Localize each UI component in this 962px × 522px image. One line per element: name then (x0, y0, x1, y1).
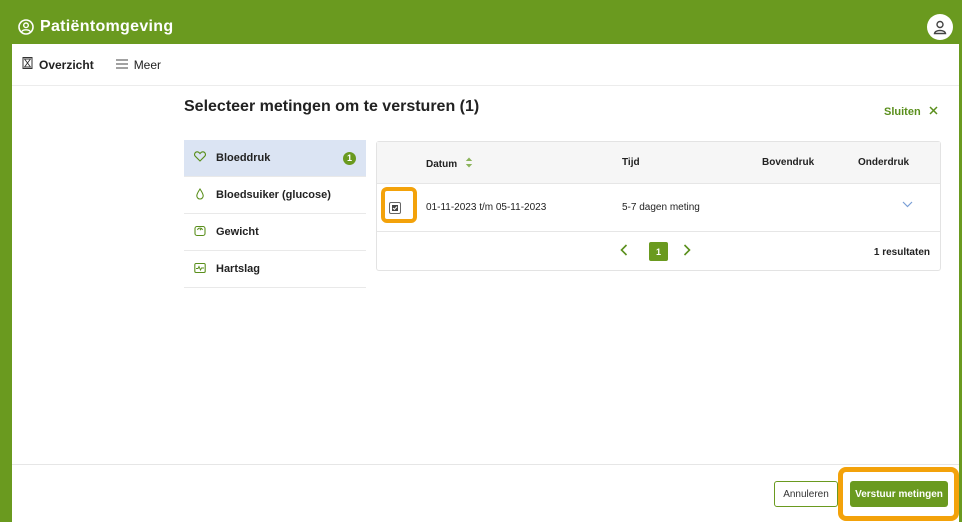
table-header: Datum Tijd Bovendruk Onderdruk (377, 142, 940, 184)
column-label: Datum (426, 158, 458, 170)
close-icon (929, 106, 938, 118)
nav-overview-label: Overzicht (39, 57, 94, 72)
nav-overview[interactable]: Overzicht (22, 57, 94, 72)
heart-icon (194, 151, 206, 165)
category-label: Gewicht (216, 226, 259, 238)
count-badge: 1 (343, 151, 356, 165)
check-icon (392, 205, 398, 211)
heartrate-icon (194, 262, 206, 277)
category-label: Hartslag (216, 263, 261, 275)
drop-icon (194, 187, 206, 203)
submit-button[interactable]: Verstuur metingen (850, 481, 948, 507)
account-button[interactable] (927, 14, 953, 40)
person-icon (933, 20, 947, 35)
next-page-icon[interactable] (683, 243, 691, 259)
expand-chevron-icon[interactable] (902, 200, 913, 211)
nav-more[interactable]: Meer (115, 57, 162, 72)
scale-icon (194, 225, 206, 240)
results-count: 1 resultaten (873, 247, 930, 258)
cancel-button[interactable]: Annuleren (774, 481, 838, 507)
column-header-tijd: Tijd (622, 157, 640, 168)
category-list: Bloeddruk 1 Bloedsuiker (glucose) Gewich… (184, 140, 366, 288)
app-title: Patiëntomgeving (40, 18, 174, 35)
category-item-hartslag[interactable]: Hartslag (184, 251, 366, 288)
category-item-bloedsuiker[interactable]: Bloedsuiker (glucose) (184, 177, 366, 214)
category-item-gewicht[interactable]: Gewicht (184, 214, 366, 251)
dialog-title: Selecteer metingen om te versturen (1) (184, 98, 480, 115)
top-bar: Patiëntomgeving (12, 10, 959, 44)
column-header-bovendruk: Bovendruk (762, 157, 815, 168)
previous-page-icon[interactable] (620, 243, 628, 259)
category-item-bloeddruk[interactable]: Bloeddruk 1 (184, 140, 366, 177)
hamburger-icon (115, 58, 128, 72)
column-header-datum[interactable]: Datum (426, 157, 473, 171)
pagination: 1 1 resultaten (377, 232, 940, 272)
sort-icon (465, 157, 473, 171)
cell-datum: 01-11-2023 t/m 05-11-2023 (426, 202, 547, 213)
column-header-onderdruk: Onderdruk (858, 157, 910, 168)
hourglass-icon (22, 57, 33, 72)
page-number-button[interactable]: 1 (649, 242, 668, 261)
row-checkbox[interactable] (389, 202, 401, 214)
sub-navigation: Overzicht Meer (12, 44, 959, 86)
nav-more-label: Meer (133, 57, 162, 72)
app-brand: Patiëntomgeving (18, 18, 173, 36)
user-circle-icon (18, 19, 34, 35)
measurements-table: Datum Tijd Bovendruk Onderdruk 01-11-202… (376, 141, 941, 271)
cell-tijd: 5-7 dagen meting (622, 202, 700, 213)
close-label: Sluiten (884, 106, 921, 118)
footer-bar: Annuleren Verstuur metingen (12, 464, 959, 522)
category-label: Bloeddruk (216, 152, 271, 164)
close-button[interactable]: Sluiten (884, 106, 938, 118)
table-row[interactable]: 01-11-2023 t/m 05-11-2023 5-7 dagen meti… (377, 184, 940, 232)
category-label: Bloedsuiker (glucose) (216, 189, 331, 201)
